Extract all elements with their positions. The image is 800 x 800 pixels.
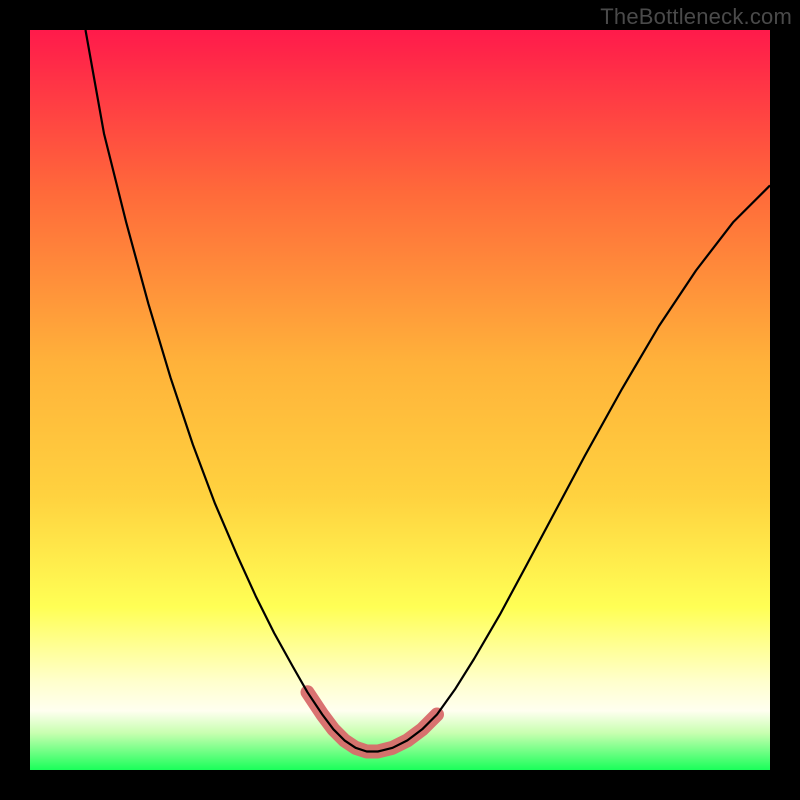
bottleneck-chart <box>30 30 770 770</box>
watermark-text: TheBottleneck.com <box>600 4 792 30</box>
plot-area <box>30 30 770 770</box>
gradient-background <box>30 30 770 770</box>
chart-frame: TheBottleneck.com <box>0 0 800 800</box>
